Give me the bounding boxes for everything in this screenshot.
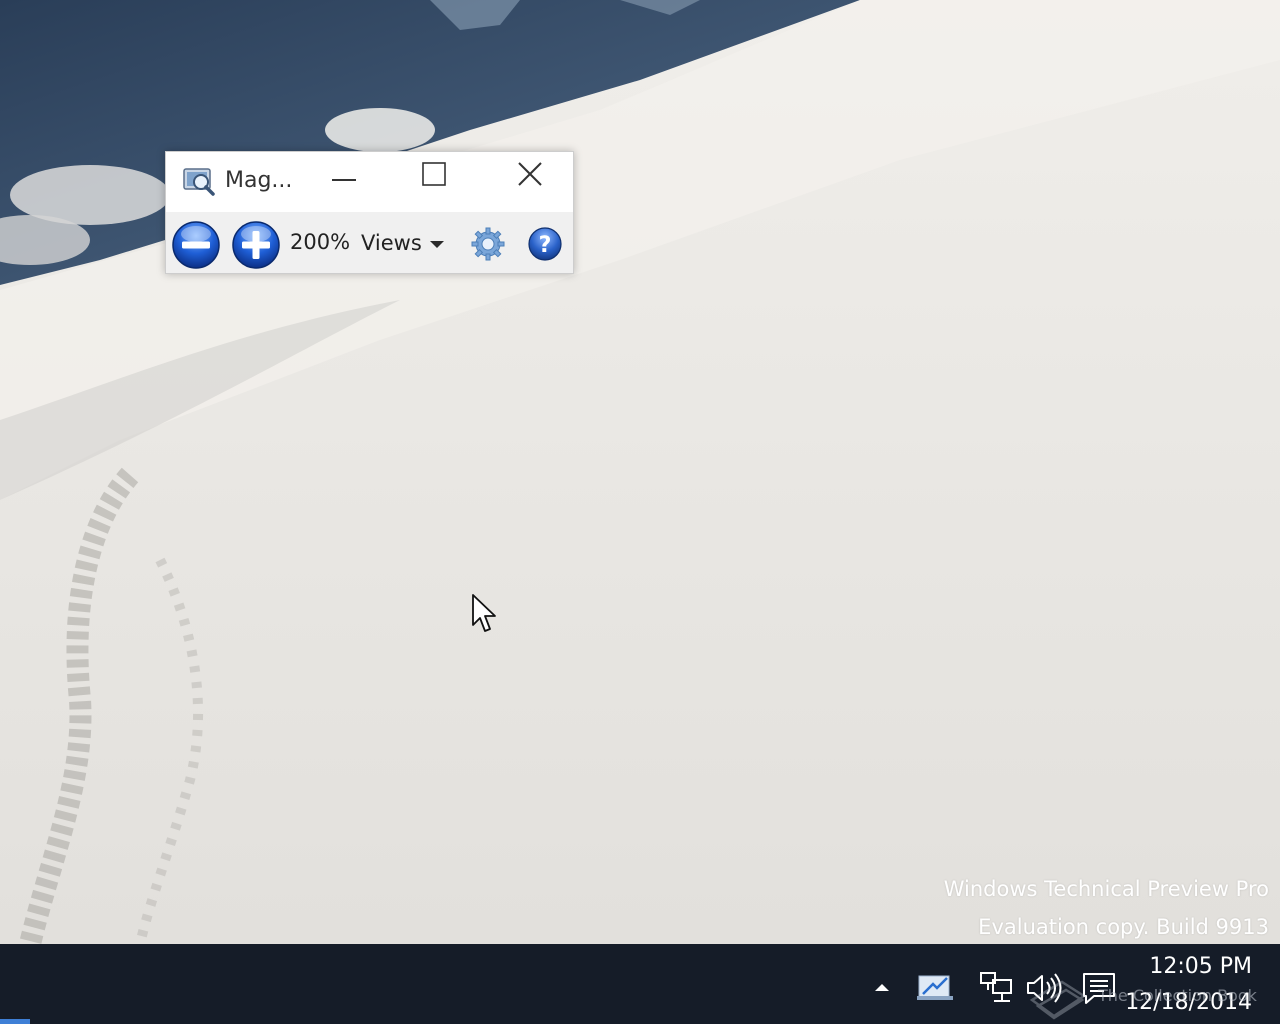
views-dropdown[interactable]: Views xyxy=(361,226,444,260)
overlay-logo-text: The Collection Book xyxy=(1098,986,1257,1005)
pen-ink-icon[interactable] xyxy=(915,970,955,1004)
os-watermark-line2: Evaluation copy. Build 9913 xyxy=(978,915,1269,939)
show-hidden-icons-chevron[interactable] xyxy=(872,980,892,994)
wallpaper-image xyxy=(0,0,1280,944)
magnifier-titlebar[interactable]: Mag... xyxy=(166,152,573,212)
volume-icon[interactable] xyxy=(1024,970,1068,1006)
zoom-in-button[interactable] xyxy=(231,220,281,270)
minimize-button[interactable] xyxy=(316,152,372,196)
close-icon xyxy=(518,162,542,186)
magnifier-window: Mag... 200% Views ? xyxy=(165,151,574,274)
help-button[interactable]: ? xyxy=(526,225,564,263)
svg-text:?: ? xyxy=(539,233,552,258)
options-button[interactable] xyxy=(469,225,507,263)
clock-time: 12:05 PM xyxy=(1149,954,1252,979)
mouse-pointer-icon xyxy=(472,594,496,632)
gear-icon xyxy=(471,227,505,261)
zoom-level-label: 200% xyxy=(290,230,351,254)
os-watermark-line1: Windows Technical Preview Pro xyxy=(943,877,1269,901)
magnifier-toolbar: 200% Views ? xyxy=(166,212,573,273)
window-title: Mag... xyxy=(225,168,293,193)
start-button-accent xyxy=(0,1019,30,1024)
desktop-wallpaper: Windows Technical Preview Pro Evaluation… xyxy=(0,0,1280,944)
chevron-down-icon xyxy=(429,241,444,248)
minimize-icon xyxy=(332,179,356,181)
zoom-in-icon xyxy=(232,221,280,269)
maximize-icon xyxy=(422,162,446,186)
help-icon: ? xyxy=(528,227,562,261)
network-icon[interactable] xyxy=(976,970,1016,1006)
zoom-out-button[interactable] xyxy=(171,220,221,270)
views-label: Views xyxy=(361,231,422,255)
maximize-button[interactable] xyxy=(406,152,462,196)
magnifier-app-icon xyxy=(183,168,215,196)
taskbar: 12:05 PM 12/18/2014 xyxy=(0,944,1280,1024)
close-button[interactable] xyxy=(502,152,558,196)
zoom-out-icon xyxy=(172,221,220,269)
